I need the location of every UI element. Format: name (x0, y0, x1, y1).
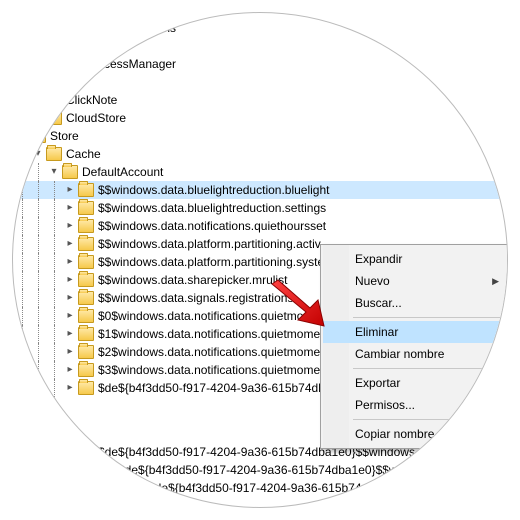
menu-label: Eliminar (355, 325, 398, 339)
tree-item-label[interactable]: $1$windows.data.notifications.quietmomen (98, 325, 327, 343)
menu-separator (353, 419, 503, 420)
chevron-right-icon[interactable] (31, 57, 45, 71)
chevron-right-icon[interactable] (63, 183, 77, 197)
tree-item-label[interactable]: $$windows.data.platform.partitioning.act… (98, 235, 321, 253)
tree-item-label[interactable]: ClickNote (66, 91, 117, 109)
tree-item-cache[interactable]: Cache (66, 145, 101, 163)
tree-item-label[interactable]: $0$windows.data.notifications.quietmomen (98, 307, 327, 325)
menu-expand[interactable]: Expandir (323, 248, 505, 270)
truncated-lines: $de${b4f3dd50-f917-4204-9a36-615b74dba1e… (98, 443, 465, 497)
folder-icon (78, 237, 94, 251)
chevron-right-icon[interactable] (63, 273, 77, 287)
menu-permissions[interactable]: Permisos... (323, 394, 505, 416)
chevron-right-icon[interactable] (63, 237, 77, 251)
chevron-down-icon[interactable] (47, 165, 61, 179)
menu-label: Copiar nombre de (355, 427, 451, 441)
folder-icon (46, 75, 62, 89)
menu-export[interactable]: Exportar (323, 372, 505, 394)
chevron-right-icon[interactable] (31, 21, 45, 35)
tree-item-label[interactable]: $$windows.data.signals.registrations (98, 289, 293, 307)
chevron-right-icon[interactable] (31, 75, 45, 89)
folder-icon (46, 21, 62, 35)
chevron-right-icon[interactable] (63, 219, 77, 233)
folder-icon (46, 147, 62, 161)
folder-icon (46, 111, 62, 125)
chevron-right-icon[interactable] (63, 345, 77, 359)
chevron-right-icon[interactable] (63, 381, 77, 395)
chevron-right-icon[interactable] (63, 327, 77, 341)
tree-item-label[interactable]: $de${b4f3dd50-f917-4204-9a36-615b74dba1e… (98, 379, 356, 397)
folder-icon (78, 273, 94, 287)
menu-delete[interactable]: Eliminar (323, 321, 505, 343)
chevron-right-icon[interactable] (63, 363, 77, 377)
folder-icon (78, 201, 94, 215)
folder-icon (78, 363, 94, 377)
tree-item-label[interactable]: th (66, 37, 76, 55)
tree-item-label[interactable]: $$windows.data.platform.partitioning.sys… (98, 253, 324, 271)
folder-icon (78, 291, 94, 305)
menu-label: Cambiar nombre (355, 347, 444, 361)
menu-find[interactable]: Buscar... (323, 292, 505, 314)
tree-item-label[interactable]: $3$windows.data.notifications.quietmomen (98, 361, 327, 379)
folder-icon (78, 345, 94, 359)
chevron-right-icon[interactable] (63, 255, 77, 269)
folder-icon (78, 219, 94, 233)
menu-new[interactable]: Nuevo ▶ (323, 270, 505, 292)
folder-icon (78, 309, 94, 323)
tree-item-label[interactable]: $$windows.data.sharepicker.mrulist (98, 271, 287, 289)
chevron-right-icon[interactable] (63, 291, 77, 305)
folder-icon (78, 183, 94, 197)
chevron-down-icon[interactable] (31, 147, 45, 161)
folder-icon (30, 129, 46, 143)
tree-item-label[interactable]: $$windows.data.bluelightreduction.settin… (98, 199, 326, 217)
spacer (31, 93, 45, 107)
tree-item-label[interactable]: CloudStore (66, 109, 126, 127)
chevron-right-icon[interactable] (63, 309, 77, 323)
folder-icon (78, 255, 94, 269)
chevron-right-icon[interactable] (31, 39, 45, 53)
tree-item-label[interactable]: $$windows.data.notifications.quiethourss… (98, 217, 326, 235)
tree-item-defaultaccount[interactable]: DefaultAccount (82, 163, 163, 181)
menu-copy-key-name[interactable]: Copiar nombre de (323, 423, 505, 445)
menu-separator (353, 368, 503, 369)
tree-item-label[interactable]: P (66, 73, 74, 91)
menu-label: Expandir (355, 252, 402, 266)
folder-icon (46, 57, 62, 71)
folder-icon (62, 165, 78, 179)
tree-item-selected[interactable]: $$windows.data.bluelightreduction.blueli… (12, 181, 508, 199)
chevron-right-icon[interactable] (31, 111, 45, 125)
folder-icon (46, 93, 62, 107)
chevron-right-icon: ▶ (492, 276, 499, 287)
menu-rename[interactable]: Cambiar nombre (323, 343, 505, 365)
menu-label: Exportar (355, 376, 400, 390)
chevron-down-icon[interactable] (15, 129, 29, 143)
tree-item-label[interactable]: bilityAccessManager (66, 55, 176, 73)
menu-label: Nuevo (355, 274, 390, 288)
folder-icon (78, 381, 94, 395)
menu-separator (353, 317, 503, 318)
folder-icon (78, 327, 94, 341)
tree-item-label[interactable]: $$windows.data.bluelightreduction.blueli… (98, 181, 330, 199)
menu-label: Permisos... (355, 398, 415, 412)
context-menu: Expandir Nuevo ▶ Buscar... Eliminar Camb… (320, 244, 508, 449)
chevron-right-icon[interactable] (63, 201, 77, 215)
menu-label: Buscar... (355, 296, 402, 310)
tree-item-label[interactable]: $2$windows.data.notifications.quietmomen (98, 343, 327, 361)
tree-item-store[interactable]: Store (50, 127, 79, 145)
folder-icon (46, 39, 62, 53)
tree-item-label[interactable]: dAccessApplications (66, 19, 176, 37)
